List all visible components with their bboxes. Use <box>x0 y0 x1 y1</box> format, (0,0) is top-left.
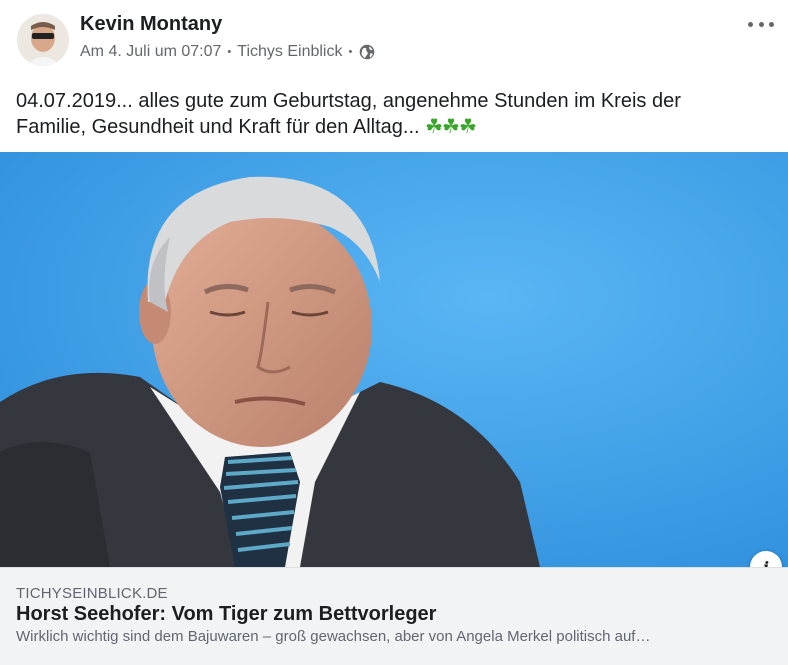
link-preview-card[interactable]: TICHYSEINBLICK.DE Horst Seehofer: Vom Ti… <box>0 567 788 665</box>
more-dot <box>758 21 764 27</box>
post-text: 04.07.2019... alles gute zum Geburtstag,… <box>16 88 756 140</box>
via-page-link[interactable]: Tichys Einblick <box>237 43 342 61</box>
post-message: 04.07.2019... alles gute zum Geburtstag,… <box>16 90 681 138</box>
link-description: Wirklich wichtig sind dem Bajuwaren – gr… <box>16 628 651 645</box>
link-domain: TICHYSEINBLICK.DE <box>16 585 168 602</box>
author-name[interactable]: Kevin Montany <box>80 13 222 36</box>
post-meta: Am 4. Juli um 07:07 • Tichys Einblick • <box>80 43 375 61</box>
facebook-post: Kevin Montany Am 4. Juli um 07:07 • Tich… <box>0 0 788 665</box>
link-preview-image[interactable] <box>0 152 788 567</box>
portrait-photo <box>0 152 788 567</box>
globe-icon[interactable] <box>359 44 375 60</box>
meta-separator: • <box>348 45 353 58</box>
shamrock-emoji: ☘☘☘ <box>425 116 477 138</box>
link-title[interactable]: Horst Seehofer: Vom Tiger zum Bettvorleg… <box>16 603 436 626</box>
avatar-photo <box>17 14 69 66</box>
post-date[interactable]: Am 4. Juli um 07:07 <box>80 43 221 61</box>
meta-separator: • <box>227 45 232 58</box>
more-dot <box>748 21 753 27</box>
author-avatar[interactable] <box>17 14 69 66</box>
more-dot <box>769 21 774 27</box>
post-header: Kevin Montany Am 4. Juli um 07:07 • Tich… <box>0 0 788 80</box>
more-options-icon[interactable] <box>748 14 774 34</box>
